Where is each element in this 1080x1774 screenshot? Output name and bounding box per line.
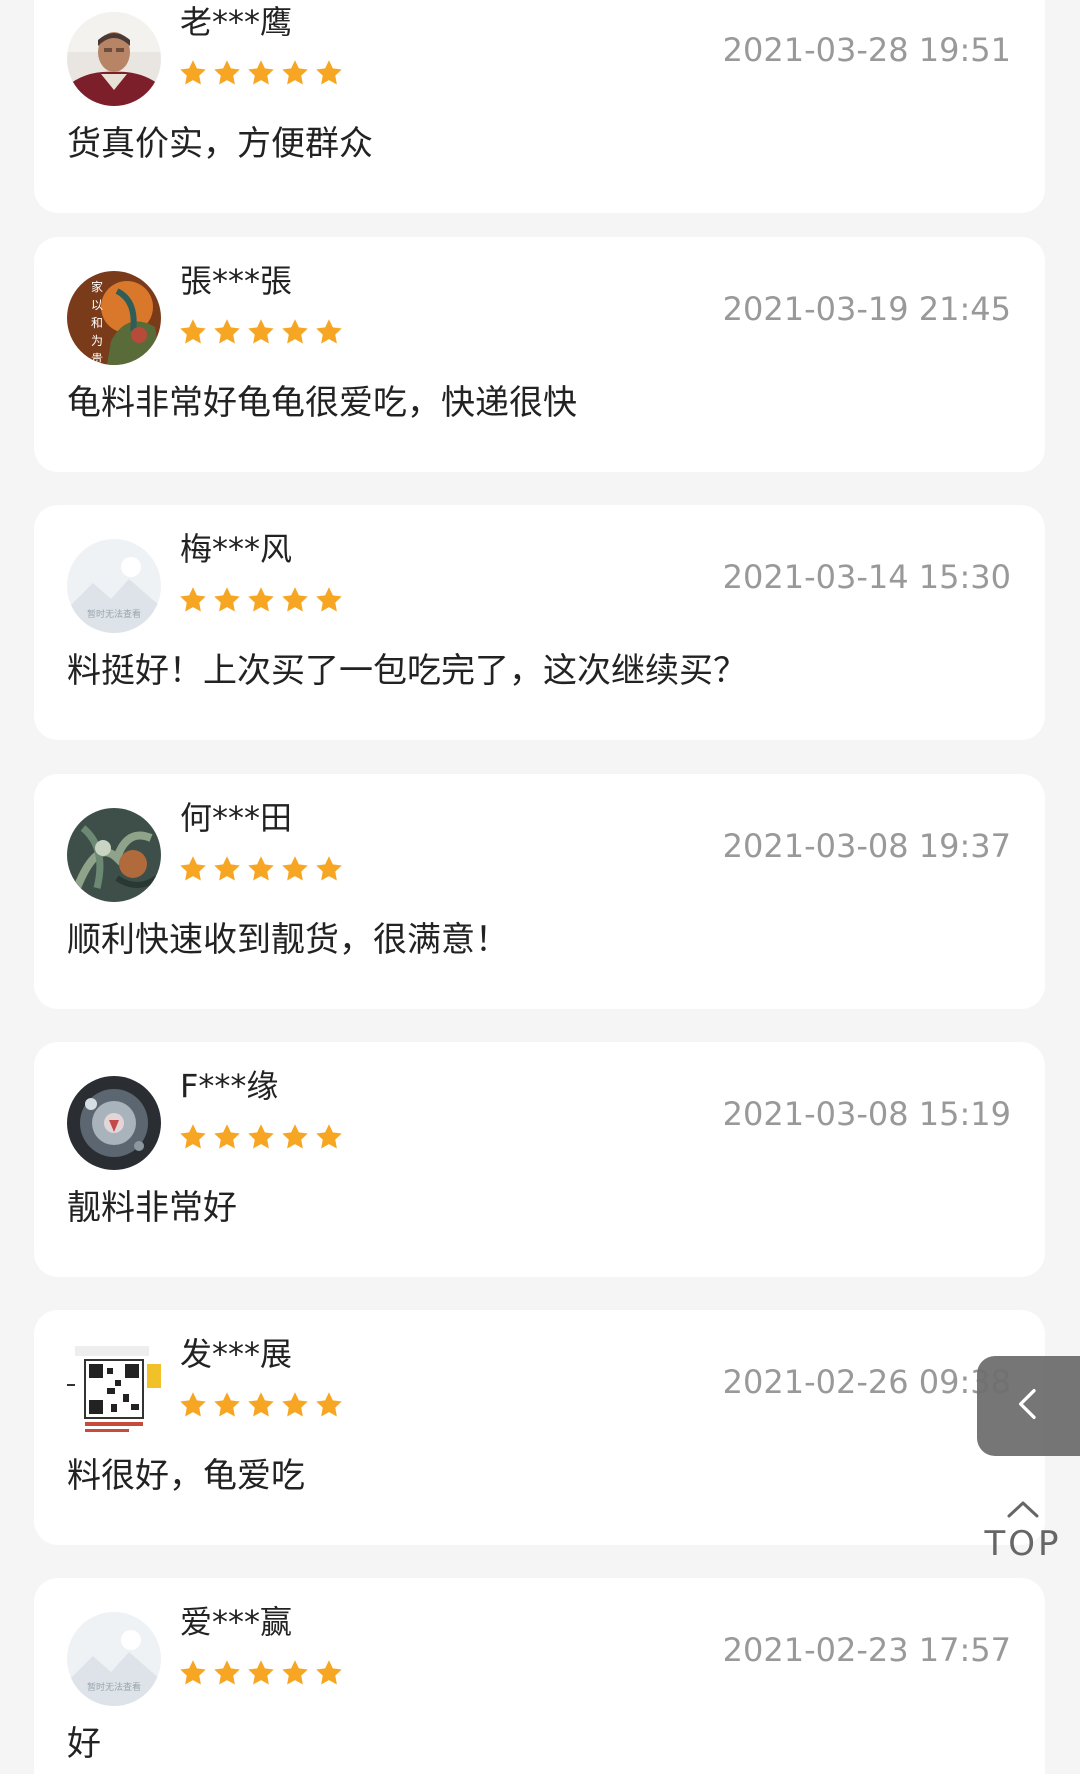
star-icon [212, 58, 242, 88]
star-icon [178, 1390, 208, 1420]
review-card: 何***田 2021-03-08 19:37 顺利快速收到靓货，很满意！ [34, 774, 1045, 1009]
star-icon [280, 317, 310, 347]
star-icon [314, 58, 344, 88]
star-icon [246, 1658, 276, 1688]
review-timestamp: 2021-03-19 21:45 [722, 290, 1011, 328]
avatar[interactable]: 暂时无法查看 [67, 1612, 161, 1706]
chevron-left-icon [1009, 1384, 1049, 1428]
star-icon [178, 585, 208, 615]
star-icon [246, 854, 276, 884]
star-icon [212, 1122, 242, 1152]
star-icon [212, 1658, 242, 1688]
review-list-page: 老***鹰 2021-03-28 19:51 货真价实，方便群众 家 以 和 为 [0, 0, 1080, 1774]
star-rating [178, 1122, 344, 1152]
review-comment: 货真价实，方便群众 [67, 124, 373, 164]
placeholder-avatar-text: 暂时无法查看 [87, 1681, 141, 1693]
calligraphy-char: 和 [91, 316, 103, 330]
review-card: F***缘 2021-03-08 15:19 靓料非常好 [34, 1042, 1045, 1277]
review-username: 老***鹰 [180, 3, 293, 41]
review-timestamp: 2021-02-26 09:38 [722, 1363, 1011, 1401]
review-username: 发***展 [180, 1335, 293, 1373]
calligraphy-char: 家 [91, 279, 103, 294]
avatar[interactable] [67, 1076, 161, 1170]
star-icon [280, 58, 310, 88]
star-icon [314, 1658, 344, 1688]
star-rating [178, 854, 344, 884]
review-username: 張***張 [180, 262, 293, 300]
review-comment: 龟料非常好龟龟很爱吃，快递很快 [67, 383, 577, 423]
star-icon [314, 1390, 344, 1420]
star-icon [280, 1390, 310, 1420]
star-icon [212, 854, 242, 884]
star-icon [246, 585, 276, 615]
star-rating [178, 58, 344, 88]
star-rating [178, 585, 344, 615]
review-timestamp: 2021-03-28 19:51 [722, 31, 1011, 69]
review-username: 梅***风 [180, 530, 293, 568]
review-comment: 料挺好！上次买了一包吃完了，这次继续买？ [67, 651, 747, 691]
star-icon [280, 1122, 310, 1152]
star-rating [178, 1658, 344, 1688]
avatar[interactable] [67, 12, 161, 106]
avatar[interactable] [67, 808, 161, 902]
placeholder-avatar-text: 暂时无法查看 [87, 608, 141, 620]
star-icon [314, 317, 344, 347]
back-to-top-label: TOP [984, 1524, 1062, 1564]
review-card: 暂时无法查看 爱***赢 2021-02-23 17:57 好 [34, 1578, 1045, 1774]
star-icon [314, 854, 344, 884]
star-icon [280, 585, 310, 615]
review-comment: 靓料非常好 [67, 1188, 237, 1228]
review-card: 发***展 2021-02-26 09:38 料很好，龟爱吃 [34, 1310, 1045, 1545]
back-to-top-button[interactable]: TOP [980, 1496, 1066, 1568]
star-icon [178, 58, 208, 88]
review-card: 家 以 和 为 贵 張***張 2021-03-19 21:45 龟料非常好龟龟… [34, 237, 1045, 472]
calligraphy-char: 贵 [91, 352, 103, 365]
avatar[interactable] [67, 1344, 161, 1438]
review-comment: 好 [67, 1724, 101, 1764]
calligraphy-char: 为 [91, 334, 103, 348]
review-card: 老***鹰 2021-03-28 19:51 货真价实，方便群众 [34, 0, 1045, 213]
star-icon [178, 854, 208, 884]
star-icon [178, 1658, 208, 1688]
review-comment: 顺利快速收到靓货，很满意！ [67, 920, 509, 960]
review-timestamp: 2021-03-08 19:37 [722, 827, 1011, 865]
star-icon [212, 317, 242, 347]
review-username: 何***田 [180, 799, 293, 837]
star-icon [178, 1122, 208, 1152]
review-card: 暂时无法查看 梅***风 2021-03-14 15:30 料挺好！上次买了一包… [34, 505, 1045, 740]
star-icon [280, 854, 310, 884]
star-icon [178, 317, 208, 347]
star-icon [246, 317, 276, 347]
star-icon [246, 1122, 276, 1152]
star-icon [314, 585, 344, 615]
star-icon [212, 1390, 242, 1420]
avatar[interactable]: 家 以 和 为 贵 [67, 271, 161, 365]
star-rating [178, 1390, 344, 1420]
review-username: 爱***赢 [180, 1603, 293, 1641]
star-icon [246, 1390, 276, 1420]
star-icon [212, 585, 242, 615]
calligraphy-char: 以 [91, 298, 103, 312]
star-icon [280, 1658, 310, 1688]
star-rating [178, 317, 344, 347]
review-username: F***缘 [180, 1067, 279, 1105]
star-icon [314, 1122, 344, 1152]
review-timestamp: 2021-03-08 15:19 [722, 1095, 1011, 1133]
review-comment: 料很好，龟爱吃 [67, 1456, 305, 1496]
star-icon [246, 58, 276, 88]
review-timestamp: 2021-03-14 15:30 [722, 558, 1011, 596]
chevron-up-icon [980, 1496, 1066, 1526]
review-timestamp: 2021-02-23 17:57 [722, 1631, 1011, 1669]
side-panel-tab[interactable] [977, 1356, 1080, 1456]
avatar[interactable]: 暂时无法查看 [67, 539, 161, 633]
